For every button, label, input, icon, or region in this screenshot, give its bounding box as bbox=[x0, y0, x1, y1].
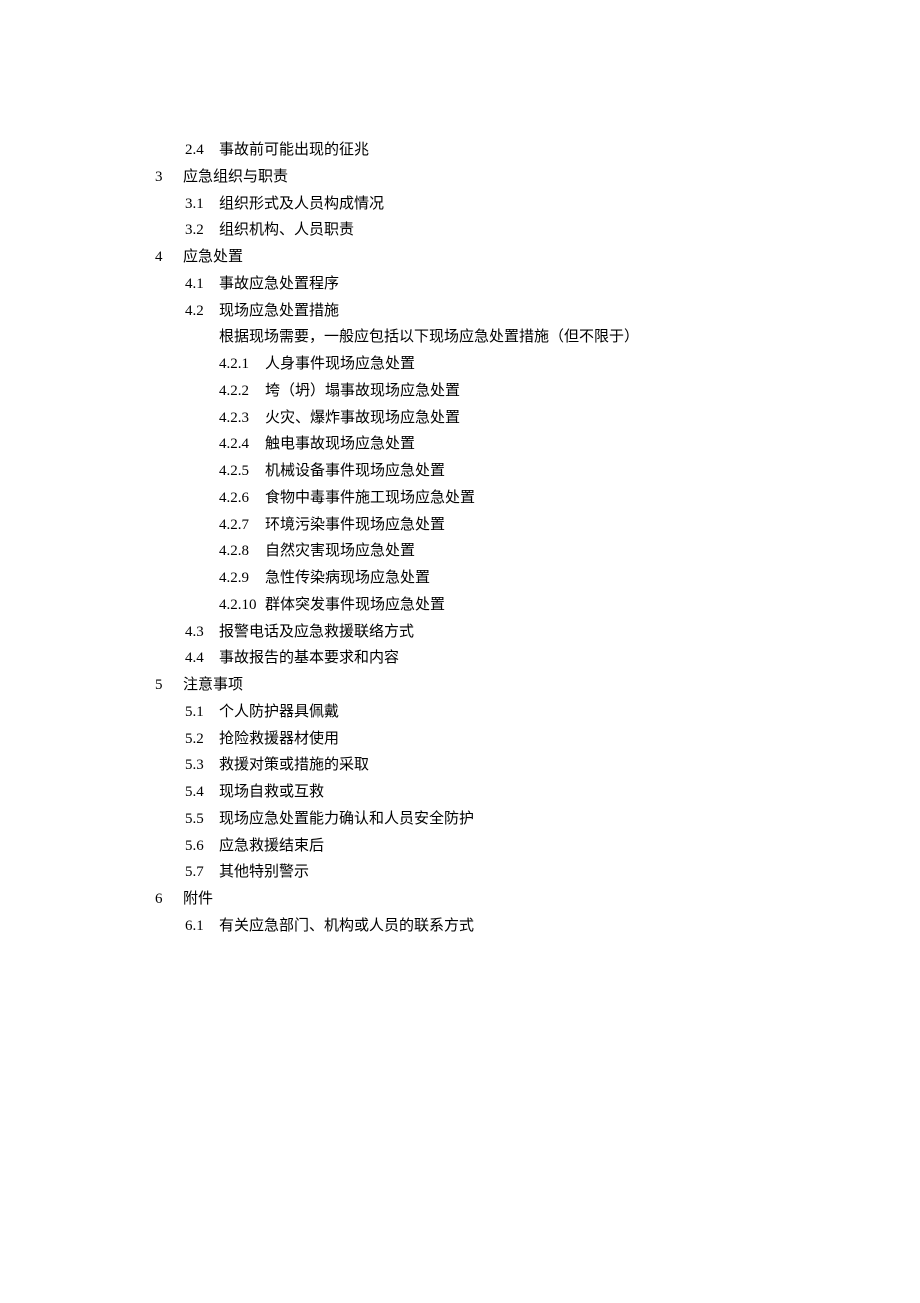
outline-item-4-2-9: 4.2.9急性传染病现场应急处置 bbox=[155, 566, 920, 591]
item-number: 5.1 bbox=[185, 700, 219, 725]
item-number: 4.3 bbox=[185, 620, 219, 645]
item-text: 事故应急处置程序 bbox=[219, 276, 339, 292]
outline-item-5-6: 5.6应急救援结束后 bbox=[155, 834, 920, 859]
item-number: 5 bbox=[155, 673, 183, 698]
item-text: 现场自救或互救 bbox=[219, 784, 324, 800]
item-number: 3.1 bbox=[185, 192, 219, 217]
outline-item-5-7: 5.7其他特别警示 bbox=[155, 860, 920, 885]
item-number: 4.2.3 bbox=[219, 406, 265, 431]
outline-item-4-2-8: 4.2.8自然灾害现场应急处置 bbox=[155, 539, 920, 564]
item-number: 5.4 bbox=[185, 780, 219, 805]
item-text: 机械设备事件现场应急处置 bbox=[265, 463, 445, 479]
item-number: 4.2.10 bbox=[219, 593, 265, 618]
outline-item-4-2-6: 4.2.6食物中毒事件施工现场应急处置 bbox=[155, 486, 920, 511]
item-text: 现场应急处置措施 bbox=[219, 303, 339, 319]
item-number: 4.2.2 bbox=[219, 379, 265, 404]
outline-item-6-1: 6.1有关应急部门、机构或人员的联系方式 bbox=[155, 914, 920, 939]
item-text: 垮（坍）塌事故现场应急处置 bbox=[265, 383, 460, 399]
item-text: 注意事项 bbox=[183, 677, 243, 693]
outline-section-5: 5注意事项 bbox=[155, 673, 920, 698]
item-text: 有关应急部门、机构或人员的联系方式 bbox=[219, 918, 474, 934]
outline-item-4-2-1: 4.2.1人身事件现场应急处置 bbox=[155, 352, 920, 377]
outline-section-6: 6附件 bbox=[155, 887, 920, 912]
outline-item-4-2-3: 4.2.3火灾、爆炸事故现场应急处置 bbox=[155, 406, 920, 431]
outline-item-3-2: 3.2组织机构、人员职责 bbox=[155, 218, 920, 243]
outline-section-4: 4应急处置 bbox=[155, 245, 920, 270]
outline-item-4-2-5: 4.2.5机械设备事件现场应急处置 bbox=[155, 459, 920, 484]
item-text: 急性传染病现场应急处置 bbox=[265, 570, 430, 586]
item-text: 群体突发事件现场应急处置 bbox=[265, 597, 445, 613]
item-number: 3.2 bbox=[185, 218, 219, 243]
item-text: 事故前可能出现的征兆 bbox=[219, 142, 369, 158]
item-number: 6 bbox=[155, 887, 183, 912]
outline-item-5-3: 5.3救援对策或措施的采取 bbox=[155, 753, 920, 778]
outline-item-4-2-2: 4.2.2垮（坍）塌事故现场应急处置 bbox=[155, 379, 920, 404]
outline-item-4-4: 4.4事故报告的基本要求和内容 bbox=[155, 646, 920, 671]
item-number: 4.2.8 bbox=[219, 539, 265, 564]
outline-item-4-2-note: 根据现场需要，一般应包括以下现场应急处置措施（但不限于） bbox=[155, 325, 920, 350]
outline-item-5-5: 5.5现场应急处置能力确认和人员安全防护 bbox=[155, 807, 920, 832]
note-text: 根据现场需要，一般应包括以下现场应急处置措施（但不限于） bbox=[219, 329, 639, 345]
item-text: 火灾、爆炸事故现场应急处置 bbox=[265, 410, 460, 426]
item-text: 触电事故现场应急处置 bbox=[265, 436, 415, 452]
outline-item-4-1: 4.1事故应急处置程序 bbox=[155, 272, 920, 297]
item-text: 个人防护器具佩戴 bbox=[219, 704, 339, 720]
item-number: 4.2.6 bbox=[219, 486, 265, 511]
item-number: 4.2.4 bbox=[219, 432, 265, 457]
item-number: 5.6 bbox=[185, 834, 219, 859]
item-number: 4.1 bbox=[185, 272, 219, 297]
item-text: 附件 bbox=[183, 891, 213, 907]
outline-item-4-2-7: 4.2.7环境污染事件现场应急处置 bbox=[155, 513, 920, 538]
item-text: 食物中毒事件施工现场应急处置 bbox=[265, 490, 475, 506]
item-number: 5.7 bbox=[185, 860, 219, 885]
item-number: 4 bbox=[155, 245, 183, 270]
item-text: 抢险救援器材使用 bbox=[219, 731, 339, 747]
item-text: 报警电话及应急救援联络方式 bbox=[219, 624, 414, 640]
item-text: 组织形式及人员构成情况 bbox=[219, 196, 384, 212]
outline-item-5-2: 5.2抢险救援器材使用 bbox=[155, 727, 920, 752]
outline-section-3: 3应急组织与职责 bbox=[155, 165, 920, 190]
item-text: 现场应急处置能力确认和人员安全防护 bbox=[219, 811, 474, 827]
outline-item-4-2: 4.2现场应急处置措施 bbox=[155, 299, 920, 324]
item-number: 4.2.9 bbox=[219, 566, 265, 591]
outline-item-5-4: 5.4现场自救或互救 bbox=[155, 780, 920, 805]
item-text: 应急处置 bbox=[183, 249, 243, 265]
item-number: 4.2.7 bbox=[219, 513, 265, 538]
outline-item-4-2-10: 4.2.10群体突发事件现场应急处置 bbox=[155, 593, 920, 618]
item-number: 4.4 bbox=[185, 646, 219, 671]
item-number: 6.1 bbox=[185, 914, 219, 939]
item-text: 救援对策或措施的采取 bbox=[219, 757, 369, 773]
item-number: 4.2 bbox=[185, 299, 219, 324]
item-text: 其他特别警示 bbox=[219, 864, 309, 880]
item-number: 2.4 bbox=[185, 138, 219, 163]
outline-item-3-1: 3.1组织形式及人员构成情况 bbox=[155, 192, 920, 217]
outline-item-2-4: 2.4事故前可能出现的征兆 bbox=[155, 138, 920, 163]
item-text: 事故报告的基本要求和内容 bbox=[219, 650, 399, 666]
document-outline: 2.4事故前可能出现的征兆 3应急组织与职责 3.1组织形式及人员构成情况 3.… bbox=[155, 138, 920, 939]
item-number: 5.2 bbox=[185, 727, 219, 752]
item-number: 4.2.5 bbox=[219, 459, 265, 484]
item-text: 人身事件现场应急处置 bbox=[265, 356, 415, 372]
outline-item-4-3: 4.3报警电话及应急救援联络方式 bbox=[155, 620, 920, 645]
item-number: 5.3 bbox=[185, 753, 219, 778]
item-text: 应急组织与职责 bbox=[183, 169, 288, 185]
item-text: 环境污染事件现场应急处置 bbox=[265, 517, 445, 533]
outline-item-5-1: 5.1个人防护器具佩戴 bbox=[155, 700, 920, 725]
item-number: 3 bbox=[155, 165, 183, 190]
item-text: 自然灾害现场应急处置 bbox=[265, 543, 415, 559]
outline-item-4-2-4: 4.2.4触电事故现场应急处置 bbox=[155, 432, 920, 457]
item-text: 应急救援结束后 bbox=[219, 838, 324, 854]
item-number: 5.5 bbox=[185, 807, 219, 832]
item-text: 组织机构、人员职责 bbox=[219, 222, 354, 238]
item-number: 4.2.1 bbox=[219, 352, 265, 377]
